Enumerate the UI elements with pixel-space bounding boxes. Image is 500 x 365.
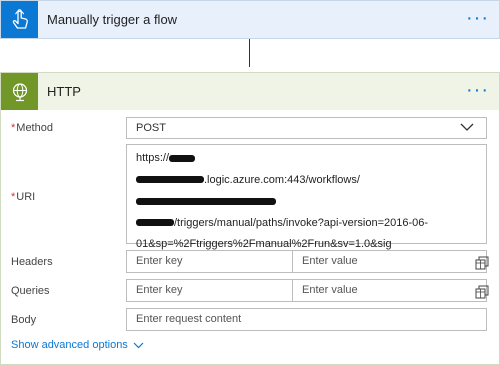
redaction-mark (136, 176, 204, 184)
queries-value-input[interactable]: Enter value (292, 279, 487, 302)
headers-label: Headers (11, 256, 53, 268)
uri-field[interactable]: https:// .logic.azure.com:443/workflows/… (126, 144, 487, 291)
trigger-card[interactable]: Manually trigger a flow ··· (0, 0, 500, 39)
headers-key-input[interactable]: Enter key (126, 250, 293, 273)
body-label: Body (11, 314, 37, 326)
http-header[interactable]: HTTP ··· (1, 73, 499, 110)
trigger-title: Manually trigger a flow (47, 12, 178, 27)
uri-line-2: .logic.azure.com:443/workflows/ (204, 173, 360, 186)
uri-line-4: 01&sp=%2Ftriggers%2Fmanual%2Frun&sv=1.0&… (136, 238, 392, 250)
queries-key-input[interactable]: Enter key (126, 279, 293, 302)
connector-line (249, 39, 250, 67)
redaction-mark (169, 154, 196, 162)
queries-label: Queries (11, 285, 50, 297)
required-asterisk: * (11, 191, 16, 203)
http-more-button[interactable]: ··· (466, 73, 489, 110)
touch-hand-icon (1, 1, 38, 38)
uri-label: *URI (11, 191, 36, 203)
redaction-mark (136, 219, 174, 227)
http-title: HTTP (47, 84, 81, 99)
uri-line-3: /triggers/manual/paths/invoke?api-versio… (174, 216, 429, 229)
show-advanced-options-link[interactable]: Show advanced options (11, 339, 144, 351)
globe-icon (1, 73, 38, 110)
switch-to-text-mode-icon[interactable] (475, 285, 489, 299)
chevron-down-icon (460, 123, 474, 131)
chevron-down-icon (133, 342, 144, 348)
trigger-more-button[interactable]: ··· (466, 1, 489, 38)
required-asterisk: * (11, 122, 16, 134)
method-select[interactable]: POST (126, 117, 487, 139)
body-input[interactable]: Enter request content (126, 308, 487, 331)
redaction-mark (136, 197, 276, 205)
uri-line-1: https:// (136, 152, 170, 164)
method-value: POST (136, 122, 166, 134)
headers-value-input[interactable]: Enter value (292, 250, 487, 273)
method-label: *Method (11, 122, 53, 134)
switch-to-text-mode-icon[interactable] (475, 256, 489, 270)
